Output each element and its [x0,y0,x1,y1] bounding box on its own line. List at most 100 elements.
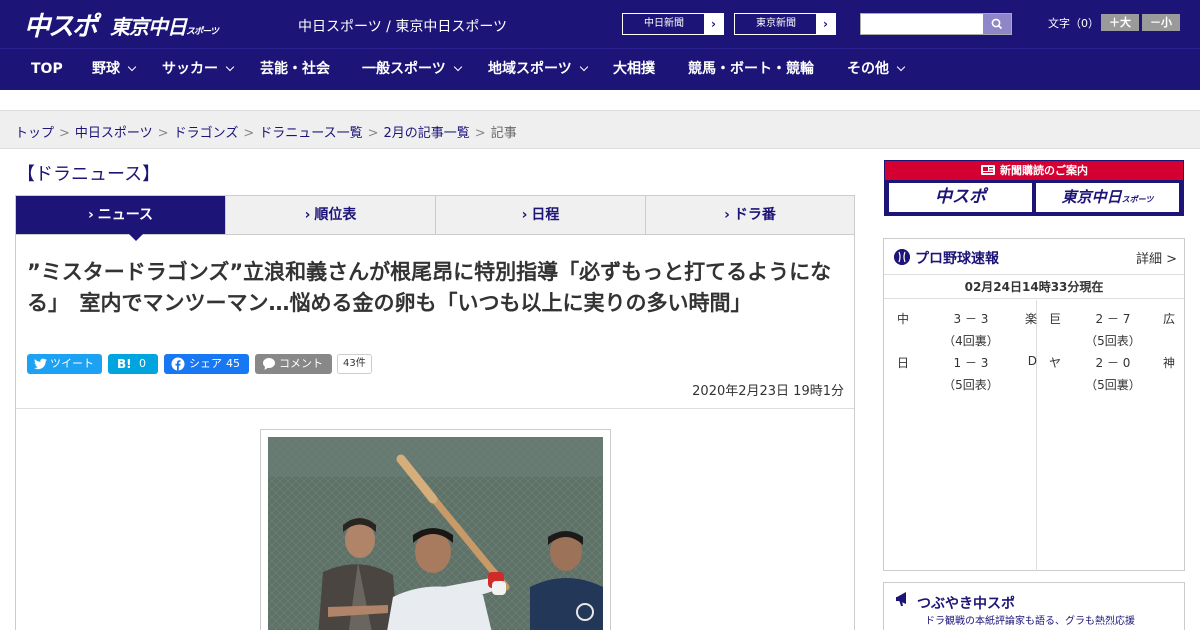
breadcrumb-current: 記事 [490,126,517,141]
nav-item-others[interactable]: その他 [847,49,906,91]
tokyo-chunichi-logo-small: スポーツ [186,27,219,37]
nav-item-general-sports[interactable]: 一般スポーツ [362,49,462,91]
article-photo[interactable] [268,437,603,630]
article: ”ミスタードラゴンズ”立浪和義さんが根尾昂に特別指導「必ずもっと打てるようになる… [15,235,855,630]
tab-news[interactable]: › ニュース [16,196,226,234]
search-input[interactable] [861,14,983,34]
breadcrumb-separator: > [59,126,70,141]
subscription-tokyo-logo-text: 東京中日 [1061,188,1122,206]
subscription-tokyo-logo[interactable]: 東京中日スポーツ [1036,183,1179,212]
scores-header: プロ野球速報 詳細 > [884,239,1184,275]
chevron-right-icon: › [704,14,723,34]
chevron-down-icon [225,62,235,72]
chevron-right-icon: › [816,14,835,34]
subscription-chuspo-logo[interactable]: 中スポ [889,183,1032,212]
away-team: D [1027,354,1037,368]
nav-item-baseball[interactable]: 野球 [92,49,137,91]
nav-item-label: 地域スポーツ [488,61,572,77]
search-button[interactable] [983,14,1011,34]
nav-item-soccer[interactable]: サッカー [162,49,235,91]
section-title: 【ドラニュース】 [17,164,161,185]
comment-count[interactable]: 43件 [337,354,372,374]
chunichi-shimbun-label: 中日新聞 [644,18,684,29]
chunichi-shimbun-link[interactable]: 中日新聞 › [622,13,724,35]
tokyo-shimbun-link[interactable]: 東京新聞 › [734,13,836,35]
site-links[interactable]: 中日スポーツ / 東京中日スポーツ [298,16,507,36]
tab-schedule[interactable]: › 日程 [436,196,646,234]
breadcrumb-separator: > [367,126,379,141]
game-score: 2 － 7 [1095,312,1131,326]
game-status: （5回裏） [1085,378,1141,392]
site-header: 中スポ 東京中日スポーツ 中日スポーツ / 東京中日スポーツ 中日新聞 › 東京… [0,0,1200,48]
font-smaller-button[interactable]: －小 [1142,14,1180,31]
tokyo-chunichi-logo-text: 東京中日 [110,15,187,39]
subscription-banner[interactable]: 新聞購読のご案内 中スポ 東京中日スポーツ [884,160,1184,216]
chevron-right-icon: › [724,207,730,223]
nav-item-racing[interactable]: 競馬・ボート・競輪 [688,49,814,91]
tab-label: ニュース [97,207,154,223]
newspaper-icon [981,165,995,175]
hatena-count: 0 [139,357,146,370]
font-larger-button[interactable]: ＋大 [1101,14,1139,31]
nav-item-label: 競馬・ボート・競輪 [688,61,814,77]
comment-button[interactable]: コメント [255,354,332,374]
tsubuyaki-title: つぶやき中スポ [917,596,1015,612]
game-fighters-baystars[interactable]: 日 1 － 3 D （5回表） [897,354,1037,398]
breadcrumb-top[interactable]: トップ [15,126,54,141]
twitter-bird-icon [34,358,47,370]
baseball-scores: プロ野球速報 詳細 > 02月24日14時33分現在 中 3 － 3 楽 （4回… [883,238,1185,571]
away-team: 楽 [1024,312,1037,326]
facebook-share-button[interactable]: シェア 45 [164,354,249,374]
chevron-right-icon: › [521,207,528,223]
facebook-icon [171,357,185,371]
nav-item-entertainment[interactable]: 芸能・社会 [260,49,330,91]
tweet-label: ツイート [50,357,94,370]
away-team: 広 [1162,312,1175,326]
scores-title: プロ野球速報 [915,251,999,267]
game-score: 2 － 0 [1095,356,1131,370]
hatena-bookmark-button[interactable]: B! 0 [108,354,158,374]
tsubuyaki-subtitle: ドラ観戦の本紙評論家も語る、グラも熱烈応援 [925,616,1135,627]
subscription-title: 新聞購読のご案内 [1000,164,1088,177]
tweet-button[interactable]: ツイート [27,354,102,374]
nav-item-local-sports[interactable]: 地域スポーツ [488,49,588,91]
batting-practice-photo [268,437,603,630]
nav-item-label: 野球 [92,61,120,77]
home-team: 巨 [1049,312,1062,326]
nav-item-sumo[interactable]: 大相撲 [613,49,655,91]
home-team: ヤ [1049,356,1062,370]
breadcrumb-chuspo[interactable]: 中日スポーツ [75,126,153,141]
article-date: 2020年2月23日 19時1分 [692,384,844,399]
breadcrumb-feb-articles[interactable]: 2月の記事一覧 [384,126,470,141]
subscription-title-bar: 新聞購読のご案内 [885,161,1183,180]
tokyo-chunichi-logo[interactable]: 東京中日スポーツ [110,11,219,40]
game-swallows-tigers[interactable]: ヤ 2 － 0 神 （5回裏） [1049,354,1175,398]
nav-item-top[interactable]: TOP [31,49,63,91]
baseball-icon [894,249,910,265]
breadcrumb-dra-news-list[interactable]: ドラニュース一覧 [259,126,362,141]
scores-timestamp: 02月24日14時33分現在 [884,276,1184,299]
nav-item-label: その他 [847,61,889,77]
article-photo-frame [260,429,611,630]
breadcrumb-separator: > [474,126,486,141]
chuspo-logo[interactable]: 中スポ [24,6,98,43]
nav-item-label: 大相撲 [613,61,655,77]
subscription-tokyo-logo-small: スポーツ [1121,195,1154,204]
tab-standings[interactable]: › 順位表 [226,196,436,234]
tsubuyaki-box[interactable]: つぶやき中スポ ドラ観戦の本紙評論家も語る、グラも熱烈応援 [883,582,1185,630]
nav-item-label: 一般スポーツ [362,61,446,77]
chevron-down-icon [896,62,906,72]
home-team: 日 [897,356,910,370]
breadcrumb-dragons[interactable]: ドラゴンズ [174,126,239,141]
hatena-b-icon: B! [117,357,132,371]
scores-detail-link[interactable]: 詳細 > [1136,248,1177,267]
chevron-down-icon [453,62,462,72]
game-score: 3 － 3 [953,312,989,326]
tab-dora-ban[interactable]: › ドラ番 [646,196,854,234]
chevron-right-icon: › [304,207,311,223]
breadcrumb: トップ > 中日スポーツ > ドラゴンズ > ドラニュース一覧 >2月の記事一覧 > 記事 [15,122,517,141]
game-giants-carp[interactable]: 巨 2 － 7 広 （5回表） [1049,310,1175,354]
game-score: 1 － 3 [953,356,989,370]
game-chunichi-rakuten[interactable]: 中 3 － 3 楽 （4回裏） [897,310,1037,354]
game-status: （5回表） [943,378,999,392]
